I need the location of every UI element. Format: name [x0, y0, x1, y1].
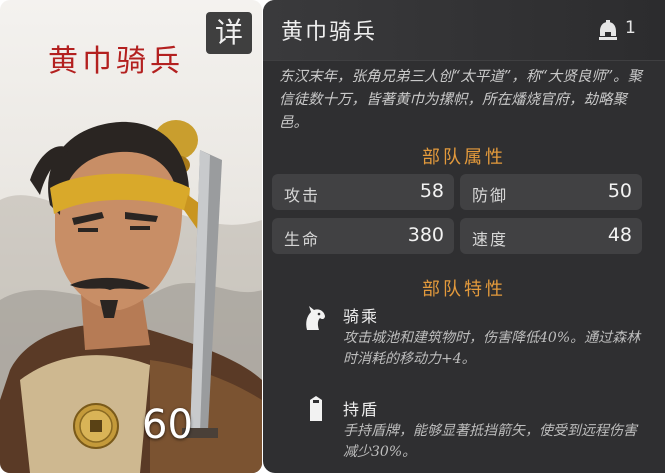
stat-value: 380 — [407, 224, 444, 246]
stat-health: 生命 380 — [272, 218, 454, 254]
details-button[interactable]: 详 — [206, 12, 252, 54]
trait-description: 攻击城池和建筑物时，伤害降低40%。通过森林时消耗的移动力+4。 — [343, 330, 641, 367]
card-title: 黄巾骑兵 — [48, 44, 184, 79]
coin-icon — [73, 403, 119, 449]
traits-section-title: 部队特性 — [422, 279, 506, 300]
stat-attack: 攻击 58 — [272, 174, 454, 210]
horse-icon — [306, 306, 325, 330]
unit-description: 东汉末年，张角兄弟三人创“太平道”，称“大贤良师”。聚信徒数十万，皆著黄巾为摞帜… — [279, 69, 643, 131]
stat-speed: 速度 48 — [460, 218, 642, 254]
stats-section-title: 部队属性 — [422, 147, 506, 168]
unit-name: 黄巾骑兵 — [281, 20, 378, 45]
stat-label: 防御 — [472, 186, 509, 205]
panel-header: 黄巾骑兵 1 — [263, 0, 665, 61]
stat-label: 攻击 — [284, 186, 321, 205]
trait-description: 手持盾牌，能够显著抵挡箭矢，使受到远程伤害减少30%。 — [343, 423, 637, 460]
stat-value: 50 — [607, 180, 632, 202]
stat-label: 生命 — [284, 230, 321, 249]
stat-label: 速度 — [472, 230, 509, 249]
stat-value: 58 — [419, 180, 444, 202]
stat-value: 48 — [607, 224, 632, 246]
recruit-cost: 60 — [142, 402, 193, 448]
unit-card[interactable]: 黄巾骑兵 详 60 — [0, 0, 262, 473]
helmet-icon — [599, 20, 617, 40]
shield-icon — [310, 396, 322, 421]
unit-tier: 1 — [625, 18, 636, 38]
unit-info-panel: 黄巾骑兵 1 东汉末年，张角兄弟三人创“太平道”，称“大贤良师”。聚信徒数十万，… — [263, 0, 665, 473]
stat-defense: 防御 50 — [460, 174, 642, 210]
trait-name: 骑乘 — [343, 307, 380, 326]
trait-name: 持盾 — [343, 400, 380, 419]
